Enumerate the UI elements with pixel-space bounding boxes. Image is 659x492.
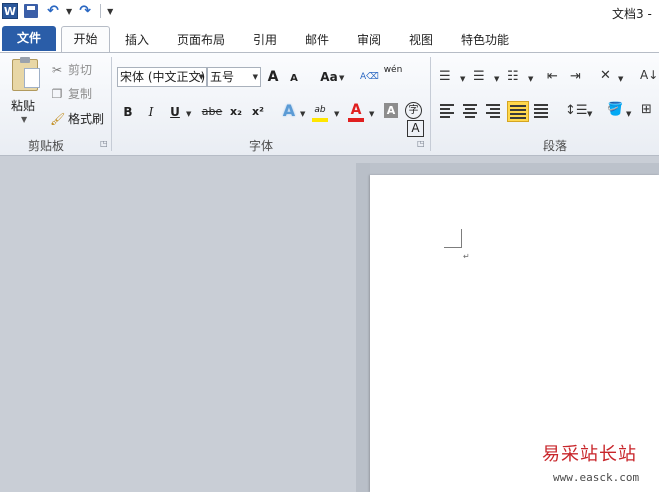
- tab-file[interactable]: 文件: [2, 26, 56, 51]
- format-painter-button[interactable]: 🖌 格式刷: [50, 110, 104, 127]
- subscript-button[interactable]: x₂: [227, 102, 245, 122]
- page-left-shadow: [356, 163, 370, 492]
- tab-view[interactable]: 视图: [409, 31, 433, 48]
- italic-button[interactable]: I: [145, 102, 157, 122]
- clear-format-icon[interactable]: A⌫: [360, 67, 379, 87]
- font-launcher-icon[interactable]: ◳: [417, 139, 425, 148]
- shading-dropdown-icon[interactable]: ▼: [626, 110, 631, 118]
- font-size-value: 五号: [210, 70, 235, 84]
- character-border-button[interactable]: A: [407, 120, 424, 137]
- grow-font-button[interactable]: A: [266, 67, 280, 87]
- strikethrough-button[interactable]: abe: [201, 102, 223, 122]
- chinese-layout-dropdown-icon[interactable]: ▼: [618, 75, 623, 83]
- shading-icon[interactable]: 🪣: [607, 102, 623, 117]
- highlight-color-bar: [312, 118, 328, 122]
- paste-dropdown-icon[interactable]: ▼: [21, 115, 27, 124]
- multilevel-list-icon[interactable]: ☷: [507, 69, 519, 84]
- numbering-dropdown-icon[interactable]: ▼: [494, 75, 499, 83]
- bullets-dropdown-icon[interactable]: ▼: [460, 75, 465, 83]
- paragraph-group-label: 段落: [543, 139, 568, 153]
- copy-button[interactable]: ❐ 复制: [50, 85, 92, 102]
- font-group-label: 字体: [249, 139, 274, 153]
- quick-access-toolbar: W ↶ ▼ ↷ ▼: [2, 2, 113, 20]
- cut-label: 剪切: [68, 63, 93, 77]
- borders-icon[interactable]: ⊞: [641, 102, 652, 117]
- highlight-dropdown-icon[interactable]: ▼: [334, 110, 339, 118]
- line-spacing-icon[interactable]: ↕☰: [565, 103, 588, 118]
- clipboard-launcher-icon[interactable]: ◳: [100, 139, 108, 148]
- character-shading-button[interactable]: A: [384, 103, 398, 118]
- tab-special[interactable]: 特色功能: [461, 31, 509, 48]
- page-top-shadow: [358, 163, 659, 175]
- align-left-icon[interactable]: [438, 102, 456, 120]
- multilevel-dropdown-icon[interactable]: ▼: [528, 75, 533, 83]
- distributed-icon[interactable]: [532, 102, 550, 120]
- ribbon-home: 粘贴 ▼ ✂ 剪切 ❐ 复制 🖌 格式刷 剪贴板 ◳ 宋体 (中文正文) ▼ 五…: [0, 52, 659, 156]
- font-size-select[interactable]: 五号 ▼: [207, 67, 261, 87]
- ribbon-tabs: 文件 开始 插入 页面布局 引用 邮件 审阅 视图 特色功能: [0, 25, 659, 53]
- tab-review[interactable]: 审阅: [357, 31, 381, 48]
- phonetic-guide-button[interactable]: wén: [383, 65, 403, 85]
- paste-icon[interactable]: [12, 57, 40, 91]
- justify-icon[interactable]: [507, 101, 529, 122]
- document-title: 文档3 -: [612, 7, 652, 21]
- underline-button[interactable]: U: [168, 102, 182, 122]
- decrease-indent-icon[interactable]: ⇤: [547, 69, 558, 84]
- paste-button-label[interactable]: 粘贴: [11, 97, 35, 114]
- line-spacing-dropdown-icon[interactable]: ▼: [587, 110, 592, 118]
- bullets-icon[interactable]: ☰: [439, 69, 451, 84]
- font-color-dropdown-icon[interactable]: ▼: [369, 110, 374, 118]
- text-effect-button[interactable]: A: [281, 101, 297, 121]
- font-name-select[interactable]: 宋体 (中文正文) ▼: [117, 67, 207, 87]
- watermark-text: 易采站长站: [542, 444, 637, 465]
- align-right-icon[interactable]: [484, 102, 502, 120]
- numbering-icon[interactable]: ☰: [473, 69, 485, 84]
- undo-dropdown-icon[interactable]: ▼: [66, 7, 72, 16]
- font-color-button[interactable]: A: [348, 100, 364, 120]
- superscript-button[interactable]: x²: [249, 102, 267, 122]
- shrink-font-button[interactable]: A: [288, 69, 300, 89]
- change-case-dropdown-icon[interactable]: ▼: [339, 74, 344, 82]
- text-effect-dropdown-icon[interactable]: ▼: [300, 110, 305, 118]
- increase-indent-icon[interactable]: ⇥: [570, 69, 581, 84]
- font-name-value: 宋体 (中文正文): [120, 70, 206, 84]
- qat-separator: [100, 4, 102, 18]
- underline-dropdown-icon[interactable]: ▼: [186, 110, 191, 118]
- tab-insert[interactable]: 插入: [125, 31, 149, 48]
- margin-corner-mark: [444, 229, 462, 248]
- customize-icon[interactable]: ▼: [107, 7, 113, 16]
- clipboard-group-label: 剪贴板: [28, 139, 65, 153]
- bold-button[interactable]: B: [121, 102, 135, 122]
- sort-icon[interactable]: A↓: [640, 68, 658, 82]
- font-size-dropdown-icon: ▼: [252, 73, 258, 81]
- cut-button[interactable]: ✂ 剪切: [50, 61, 92, 78]
- group-divider: [111, 57, 112, 151]
- watermark-url: www.easck.com: [553, 471, 640, 484]
- brush-icon: 🖌: [50, 111, 66, 126]
- enclose-characters-button[interactable]: 字: [405, 102, 422, 119]
- highlight-button[interactable]: ab: [312, 100, 328, 120]
- copy-label: 复制: [68, 87, 93, 101]
- undo-icon[interactable]: ↶: [44, 2, 62, 20]
- chinese-layout-icon[interactable]: ✕: [600, 68, 611, 83]
- redo-icon[interactable]: ↷: [76, 2, 94, 20]
- font-name-dropdown-icon: ▼: [198, 73, 204, 81]
- save-icon[interactable]: [22, 2, 40, 20]
- group-divider: [430, 57, 431, 151]
- title-bar: W ↶ ▼ ↷ ▼ 文档3 -: [0, 0, 659, 25]
- format-painter-label: 格式刷: [68, 112, 105, 126]
- tab-home[interactable]: 开始: [61, 26, 110, 53]
- copy-icon: ❐: [51, 86, 63, 101]
- change-case-button[interactable]: Aa: [318, 67, 340, 87]
- scissors-icon: ✂: [51, 62, 63, 77]
- tab-references[interactable]: 引用: [253, 31, 277, 48]
- word-logo-icon[interactable]: W: [2, 3, 18, 19]
- paragraph-mark: ↵: [463, 252, 470, 261]
- tab-mailings[interactable]: 邮件: [305, 31, 329, 48]
- align-center-icon[interactable]: [461, 102, 479, 120]
- font-color-bar: [348, 118, 364, 122]
- tab-page-layout[interactable]: 页面布局: [177, 31, 225, 48]
